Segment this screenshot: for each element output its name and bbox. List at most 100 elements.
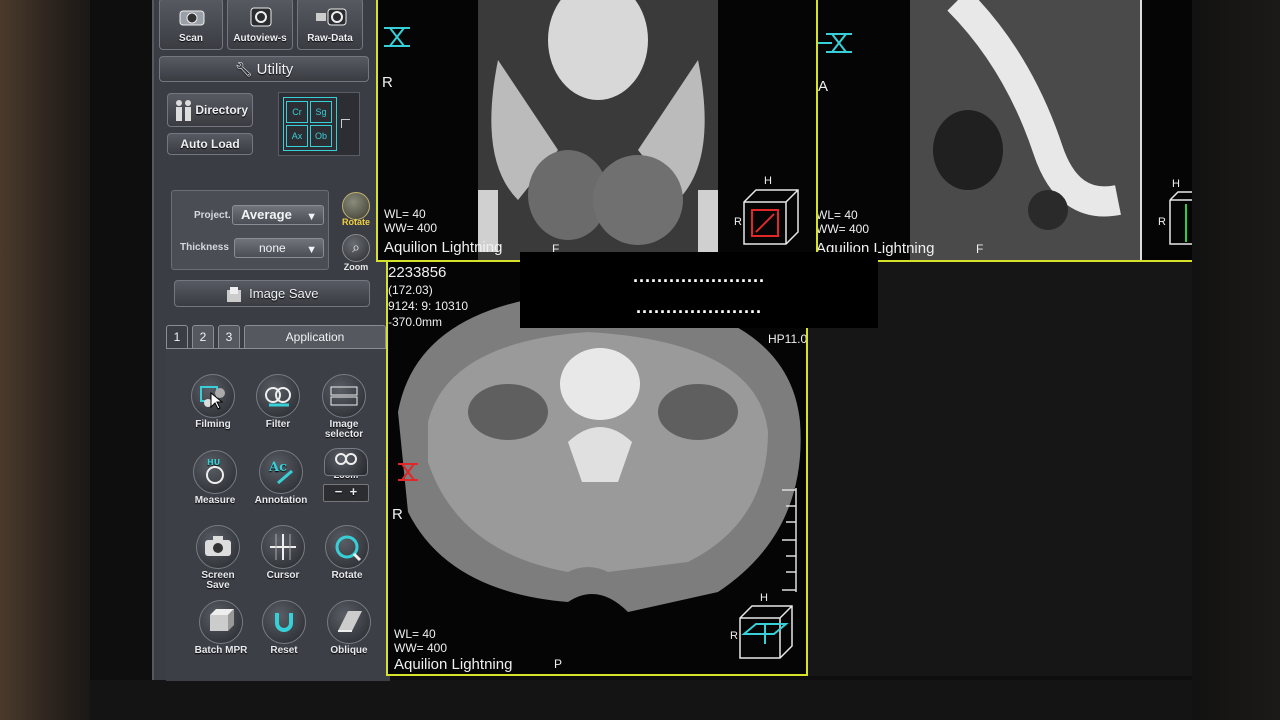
sagittal-cube-left-label: R bbox=[1158, 216, 1166, 228]
measure-button[interactable]: HU Measure bbox=[180, 450, 250, 520]
monitor-bezel-left bbox=[0, 0, 90, 720]
zoom-small-button[interactable]: ⌕ Zoom bbox=[339, 234, 373, 272]
scan-button[interactable]: Scan bbox=[159, 0, 223, 50]
tab-2[interactable]: 2 bbox=[192, 325, 214, 349]
rotate-button[interactable]: Rotate bbox=[312, 525, 382, 595]
orientation-corner bbox=[341, 119, 350, 128]
thickness-label: Thickness bbox=[180, 242, 229, 253]
autoview-icon bbox=[250, 7, 272, 27]
image-save-button[interactable]: Image Save bbox=[174, 280, 370, 307]
cursor-button[interactable]: Cursor bbox=[248, 525, 318, 595]
axial-filter-label: HP11.0 bbox=[768, 332, 808, 346]
wrench-icon: 🔧︎ bbox=[234, 61, 253, 77]
axial-bottom-label: P bbox=[554, 657, 563, 671]
rawdata-label: Raw-Data bbox=[307, 33, 353, 44]
rotate-small-label: Rotate bbox=[341, 217, 370, 227]
orientation-selector: Cr Sg Ax Ob bbox=[278, 92, 360, 156]
sagittal-wl: WL= 40 bbox=[818, 208, 858, 222]
tab-3[interactable]: 3 bbox=[218, 325, 240, 349]
thickness-value: none bbox=[259, 241, 286, 255]
people-icon bbox=[176, 100, 191, 121]
slice-marker-icon bbox=[818, 33, 852, 53]
cursor-icon bbox=[261, 525, 305, 569]
coronal-cube-left-label: R bbox=[734, 216, 742, 228]
directory-button[interactable]: Directory bbox=[167, 93, 253, 127]
annotation-icon: Ac bbox=[259, 450, 303, 494]
viewport-coronal[interactable]: R WL= 40 WW= 400 Aquilion Lightning F H … bbox=[376, 0, 818, 262]
coronal-ww: WW= 400 bbox=[384, 221, 438, 235]
rawdata-button[interactable]: Raw-Data bbox=[297, 0, 363, 50]
thickness-select[interactable]: none ▼ bbox=[234, 238, 324, 258]
image-save-label: Image Save bbox=[249, 286, 319, 301]
rotate-icon bbox=[325, 525, 369, 569]
redaction-box: ...................... .................… bbox=[520, 252, 878, 328]
filter-button[interactable]: Filter bbox=[243, 374, 313, 444]
magnifier-icon: ⌕ bbox=[342, 234, 370, 262]
zoom-control[interactable]: Zoom − + bbox=[311, 448, 381, 502]
batch-mpr-button[interactable]: Batch MPR bbox=[186, 600, 256, 670]
orientation-cr[interactable]: Cr bbox=[286, 101, 308, 123]
oblique-label: Oblique bbox=[330, 645, 368, 656]
rawdata-icon bbox=[316, 8, 347, 26]
utility-button[interactable]: 🔧︎ Utility bbox=[159, 56, 369, 82]
coronal-scanner-name: Aquilion Lightning bbox=[384, 239, 503, 256]
scan-icon bbox=[179, 10, 205, 26]
autoview-button[interactable]: Autoview-s bbox=[227, 0, 293, 50]
project-select[interactable]: Average ▼ bbox=[232, 205, 324, 225]
axial-cube-left-label: R bbox=[730, 630, 738, 642]
orientation-cube-icon bbox=[1169, 191, 1192, 245]
mouse-pointer-icon bbox=[210, 392, 224, 410]
reset-label: Reset bbox=[270, 645, 298, 656]
annotation-button[interactable]: Ac Annotation bbox=[246, 450, 316, 520]
orientation-sg[interactable]: Sg bbox=[310, 101, 332, 123]
save-disk-icon bbox=[226, 286, 241, 302]
viewport-divider bbox=[816, 0, 818, 262]
filming-label: Filming bbox=[195, 419, 231, 430]
oblique-icon bbox=[327, 600, 371, 644]
image-selector-button[interactable]: Image selector bbox=[309, 374, 379, 444]
sagittal-ww: WW= 400 bbox=[818, 222, 870, 236]
filter-label: Filter bbox=[265, 419, 291, 430]
reset-button[interactable]: Reset bbox=[249, 600, 319, 670]
monitor-bezel-right bbox=[1192, 0, 1280, 720]
coronal-orientation-label: R bbox=[382, 74, 393, 91]
coronal-wl: WL= 40 bbox=[384, 207, 426, 221]
zoom-icon bbox=[324, 448, 368, 476]
batch-mpr-label: Batch MPR bbox=[194, 645, 248, 656]
image-selector-icon bbox=[322, 374, 366, 418]
axial-info-line-4: -370.0mm bbox=[388, 315, 443, 329]
sagittal-ct-image bbox=[910, 0, 1142, 260]
camera-icon bbox=[196, 525, 240, 569]
tab-application[interactable]: Application bbox=[244, 325, 386, 349]
orientation-ax[interactable]: Ax bbox=[286, 125, 308, 147]
scale-ruler bbox=[782, 488, 797, 592]
redaction-line-1: ...................... bbox=[632, 266, 766, 286]
annotation-label: Annotation bbox=[254, 495, 308, 506]
slice-marker-icon bbox=[398, 463, 418, 481]
tab-1[interactable]: 1 bbox=[166, 325, 188, 349]
rotate-small-button[interactable]: Rotate bbox=[339, 192, 373, 227]
project-value: Average bbox=[241, 207, 292, 222]
utility-label: Utility bbox=[256, 61, 294, 78]
zoom-minus-button[interactable]: − bbox=[335, 484, 343, 499]
axial-scanner-name: Aquilion Lightning bbox=[394, 656, 513, 673]
screen-save-label: Screen Save bbox=[201, 570, 235, 591]
svg-text:HU: HU bbox=[207, 458, 220, 467]
axial-wl: WL= 40 bbox=[394, 627, 436, 641]
oblique-button[interactable]: Oblique bbox=[314, 600, 384, 670]
sagittal-bottom-label: F bbox=[976, 242, 984, 256]
chevron-down-icon: ▼ bbox=[306, 244, 317, 256]
orientation-ob[interactable]: Ob bbox=[310, 125, 332, 147]
axial-info-line-2: (172.03) bbox=[388, 283, 433, 297]
monitor-bezel-bottom bbox=[90, 680, 1192, 720]
measure-icon: HU bbox=[193, 450, 237, 494]
viewport-sagittal[interactable]: A WL= 40 WW= 400 Aquilion Lightning F H … bbox=[818, 0, 1192, 262]
redaction-line-2: ..................... bbox=[635, 297, 763, 317]
screen-save-button[interactable]: Screen Save bbox=[183, 525, 253, 595]
zoom-plus-button[interactable]: + bbox=[350, 484, 358, 499]
svg-text:Ac: Ac bbox=[268, 460, 287, 475]
batch-mpr-icon bbox=[199, 600, 243, 644]
cursor-label: Cursor bbox=[266, 570, 300, 581]
auto-load-button[interactable]: Auto Load bbox=[167, 133, 253, 155]
projection-box: Project. Average ▼ Thickness none ▼ bbox=[171, 190, 329, 270]
